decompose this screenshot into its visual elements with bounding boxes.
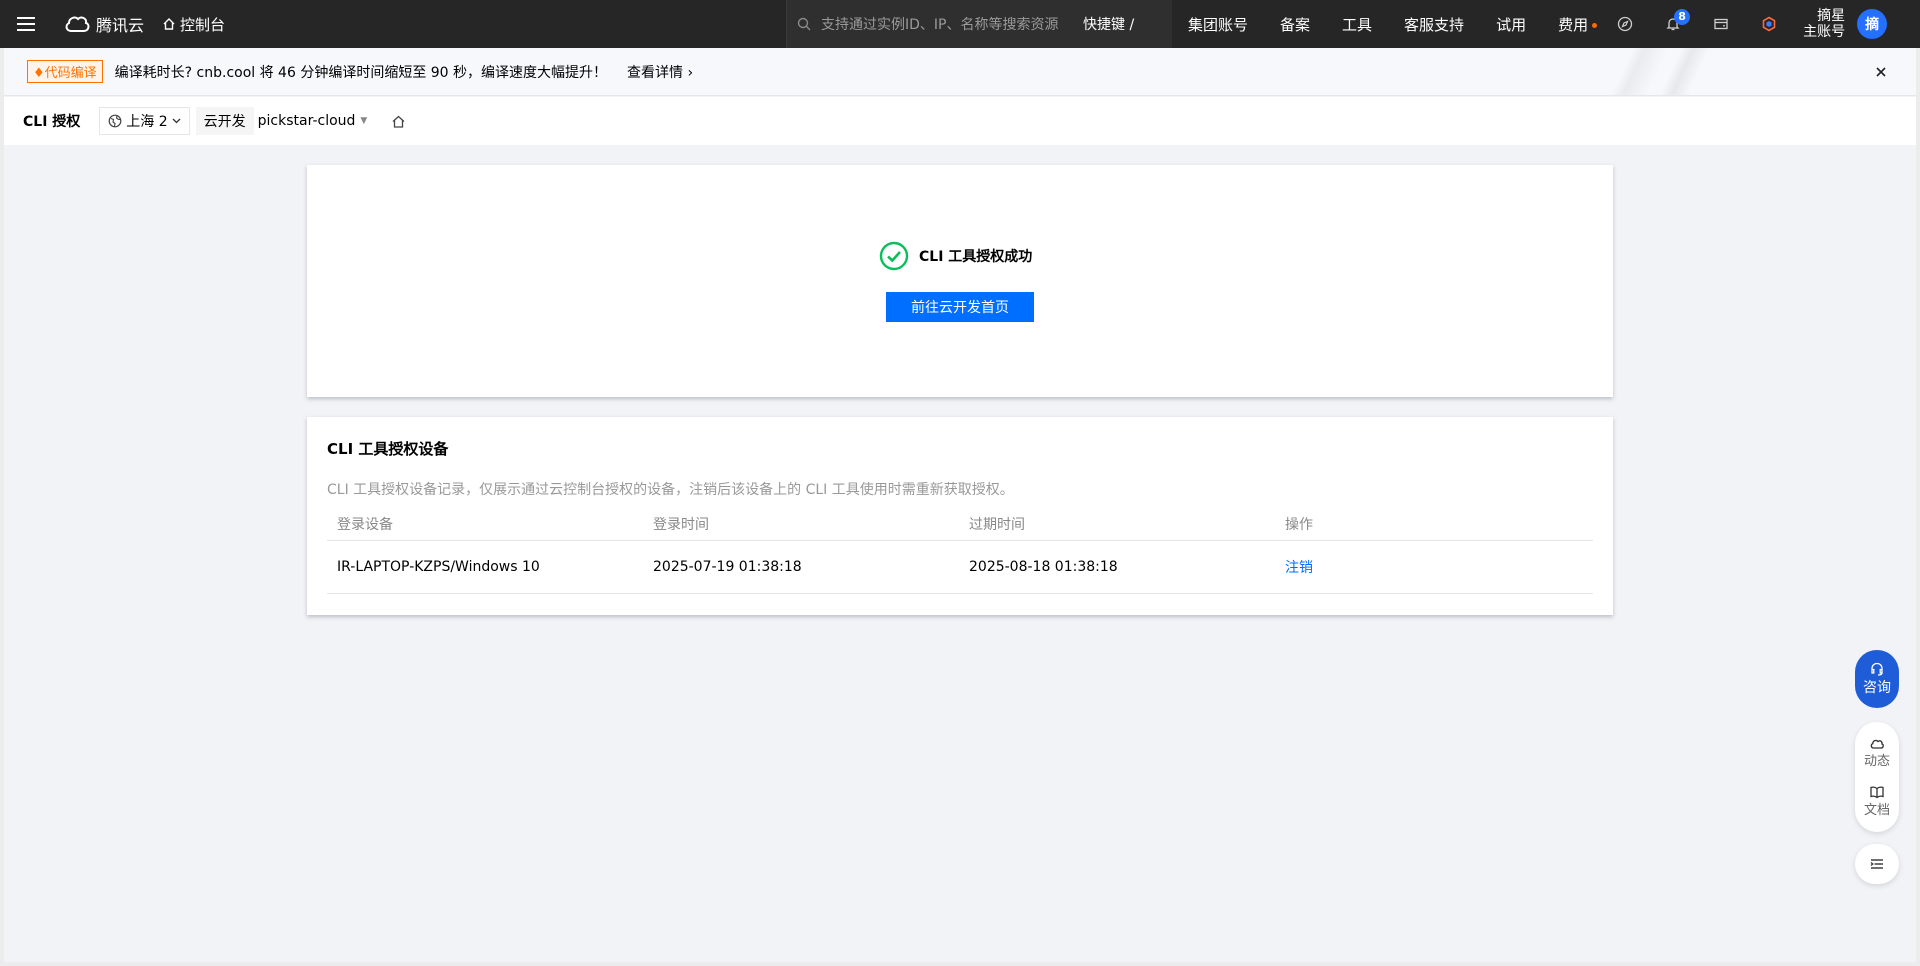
topbar-right-area: 集团账号 备案 工具 客服支持 试用 费用 8 摘星 主账号 摘 [1172,0,1888,48]
environment-label: 云开发 [195,107,254,135]
home-icon [163,18,175,30]
tencent-cloud-logo[interactable]: 腾讯云 [64,0,144,48]
tools-link[interactable]: 工具 [1326,14,1388,35]
top-navigation-bar: 腾讯云 控制台 支持通过实例ID、IP、名称等搜索资源 快捷键 / 集团账号 备… [0,0,1920,48]
console-label: 控制台 [180,15,226,34]
avatar[interactable]: 摘 [1857,9,1888,39]
go-to-cloudbase-home-button[interactable]: 前往云开发首页 [886,292,1034,322]
success-message: CLI 工具授权成功 [919,249,1033,265]
search-icon [797,17,811,31]
console-link[interactable]: 控制台 [162,14,225,35]
notification-badge: 8 [1674,9,1691,25]
docs-label: 文档 [1863,803,1890,818]
search-input[interactable]: 支持通过实例ID、IP、名称等搜索资源 [821,14,1071,34]
announcement-text: 编译耗时长? cnb.cool 将 46 分钟编译时间缩短至 90 秒，编译速度… [114,64,608,81]
region-value: 上海 2 [126,114,168,130]
ai-assistant-icon[interactable] [1745,0,1793,48]
icp-filing-link[interactable]: 备案 [1264,14,1326,35]
menu-icon[interactable] [0,0,52,48]
page-title: CLI 授权 [23,114,81,130]
list-icon [1870,859,1883,869]
revoke-link[interactable]: 注销 [1285,560,1313,576]
headset-icon [1871,662,1883,676]
column-header-device: 登录设备 [337,516,393,533]
close-icon[interactable] [1872,63,1890,81]
billing-dot [1592,22,1598,28]
caret-down-icon: ▼ [360,116,368,126]
table-header: 登录设备 登录时间 过期时间 操作 [327,507,1593,541]
bottom-edge [0,962,1920,966]
billing-label: 费用 [1558,15,1589,34]
environment-value: pickstar-cloud [257,113,356,129]
announcement-details-link[interactable]: 查看详情 › [627,62,693,82]
column-header-action: 操作 [1285,516,1313,533]
cell-expire-time: 2025-08-18 01:38:18 [969,559,1118,575]
authorization-success-card: CLI 工具授权成功 前往云开发首页 [307,165,1613,397]
check-circle-icon [879,241,909,271]
billing-link[interactable]: 费用 [1542,14,1601,35]
table-row: IR-LAPTOP-KZPS/Windows 10 2025-07-19 01:… [327,541,1593,594]
trial-link[interactable]: 试用 [1480,14,1542,35]
dynamics-button[interactable]: 动态 [1864,736,1890,769]
support-link[interactable]: 客服支持 [1388,14,1480,35]
global-search[interactable]: 支持通过实例ID、IP、名称等搜索资源 快捷键 / [786,0,1172,48]
column-header-login-time: 登录时间 [653,516,709,533]
cell-login-time: 2025-07-19 01:38:18 [653,559,802,575]
compass-icon[interactable] [1601,0,1649,48]
account-nickname: 摘星 [1817,8,1846,24]
authorized-devices-card: CLI 工具授权设备 CLI 工具授权设备记录，仅展示通过云控制台授权的设备，注… [307,417,1613,615]
announcement-decoration [1536,48,1756,95]
wallet-icon[interactable] [1697,0,1745,48]
account-type: 主账号 [1803,24,1846,40]
brand-name: 腾讯云 [96,16,145,35]
right-edge [1916,48,1920,966]
cell-device: IR-LAPTOP-KZPS/Windows 10 [337,559,540,575]
bell-icon[interactable]: 8 [1649,0,1697,48]
consult-label: 咨询 [1863,680,1891,696]
region-selector[interactable]: 上海 2 [99,107,190,135]
globe-icon [108,114,122,128]
devices-section-description: CLI 工具授权设备记录，仅展示通过云控制台授权的设备，注销后该设备上的 CLI… [327,482,1014,498]
page-header: CLI 授权 上海 2 云开发 pickstar-cloud ▼ [4,97,1916,145]
home-icon[interactable] [391,114,406,129]
floating-tools: 动态 文档 [1855,722,1899,832]
group-account-link[interactable]: 集团账号 [1172,14,1264,35]
devices-table: 登录设备 登录时间 过期时间 操作 IR-LAPTOP-KZPS/Windows… [327,507,1593,594]
account-name[interactable]: 摘星 主账号 [1803,8,1845,40]
announcement-tag: ♦代码编译 [27,60,103,83]
left-edge [0,48,4,966]
docs-button[interactable]: 文档 [1864,785,1890,818]
toc-button[interactable] [1855,844,1899,884]
devices-section-title: CLI 工具授权设备 [327,440,449,458]
announcement-bar: ♦代码编译 编译耗时长? cnb.cool 将 46 分钟编译时间缩短至 90 … [4,48,1916,96]
success-message-row: CLI 工具授权成功 [879,241,1032,271]
dynamics-label: 动态 [1863,754,1890,769]
cloud-update-icon [1870,739,1884,749]
column-header-expire-time: 过期时间 [969,516,1025,533]
shortcut-hint[interactable]: 快捷键 / [1083,14,1134,34]
cell-action: 注销 [1275,557,1591,577]
consult-button[interactable]: 咨询 [1855,650,1899,708]
book-icon [1870,786,1884,799]
cloud-logo-icon [65,16,90,32]
environment-selector[interactable]: pickstar-cloud ▼ [258,113,368,129]
chevron-down-icon [172,118,181,124]
